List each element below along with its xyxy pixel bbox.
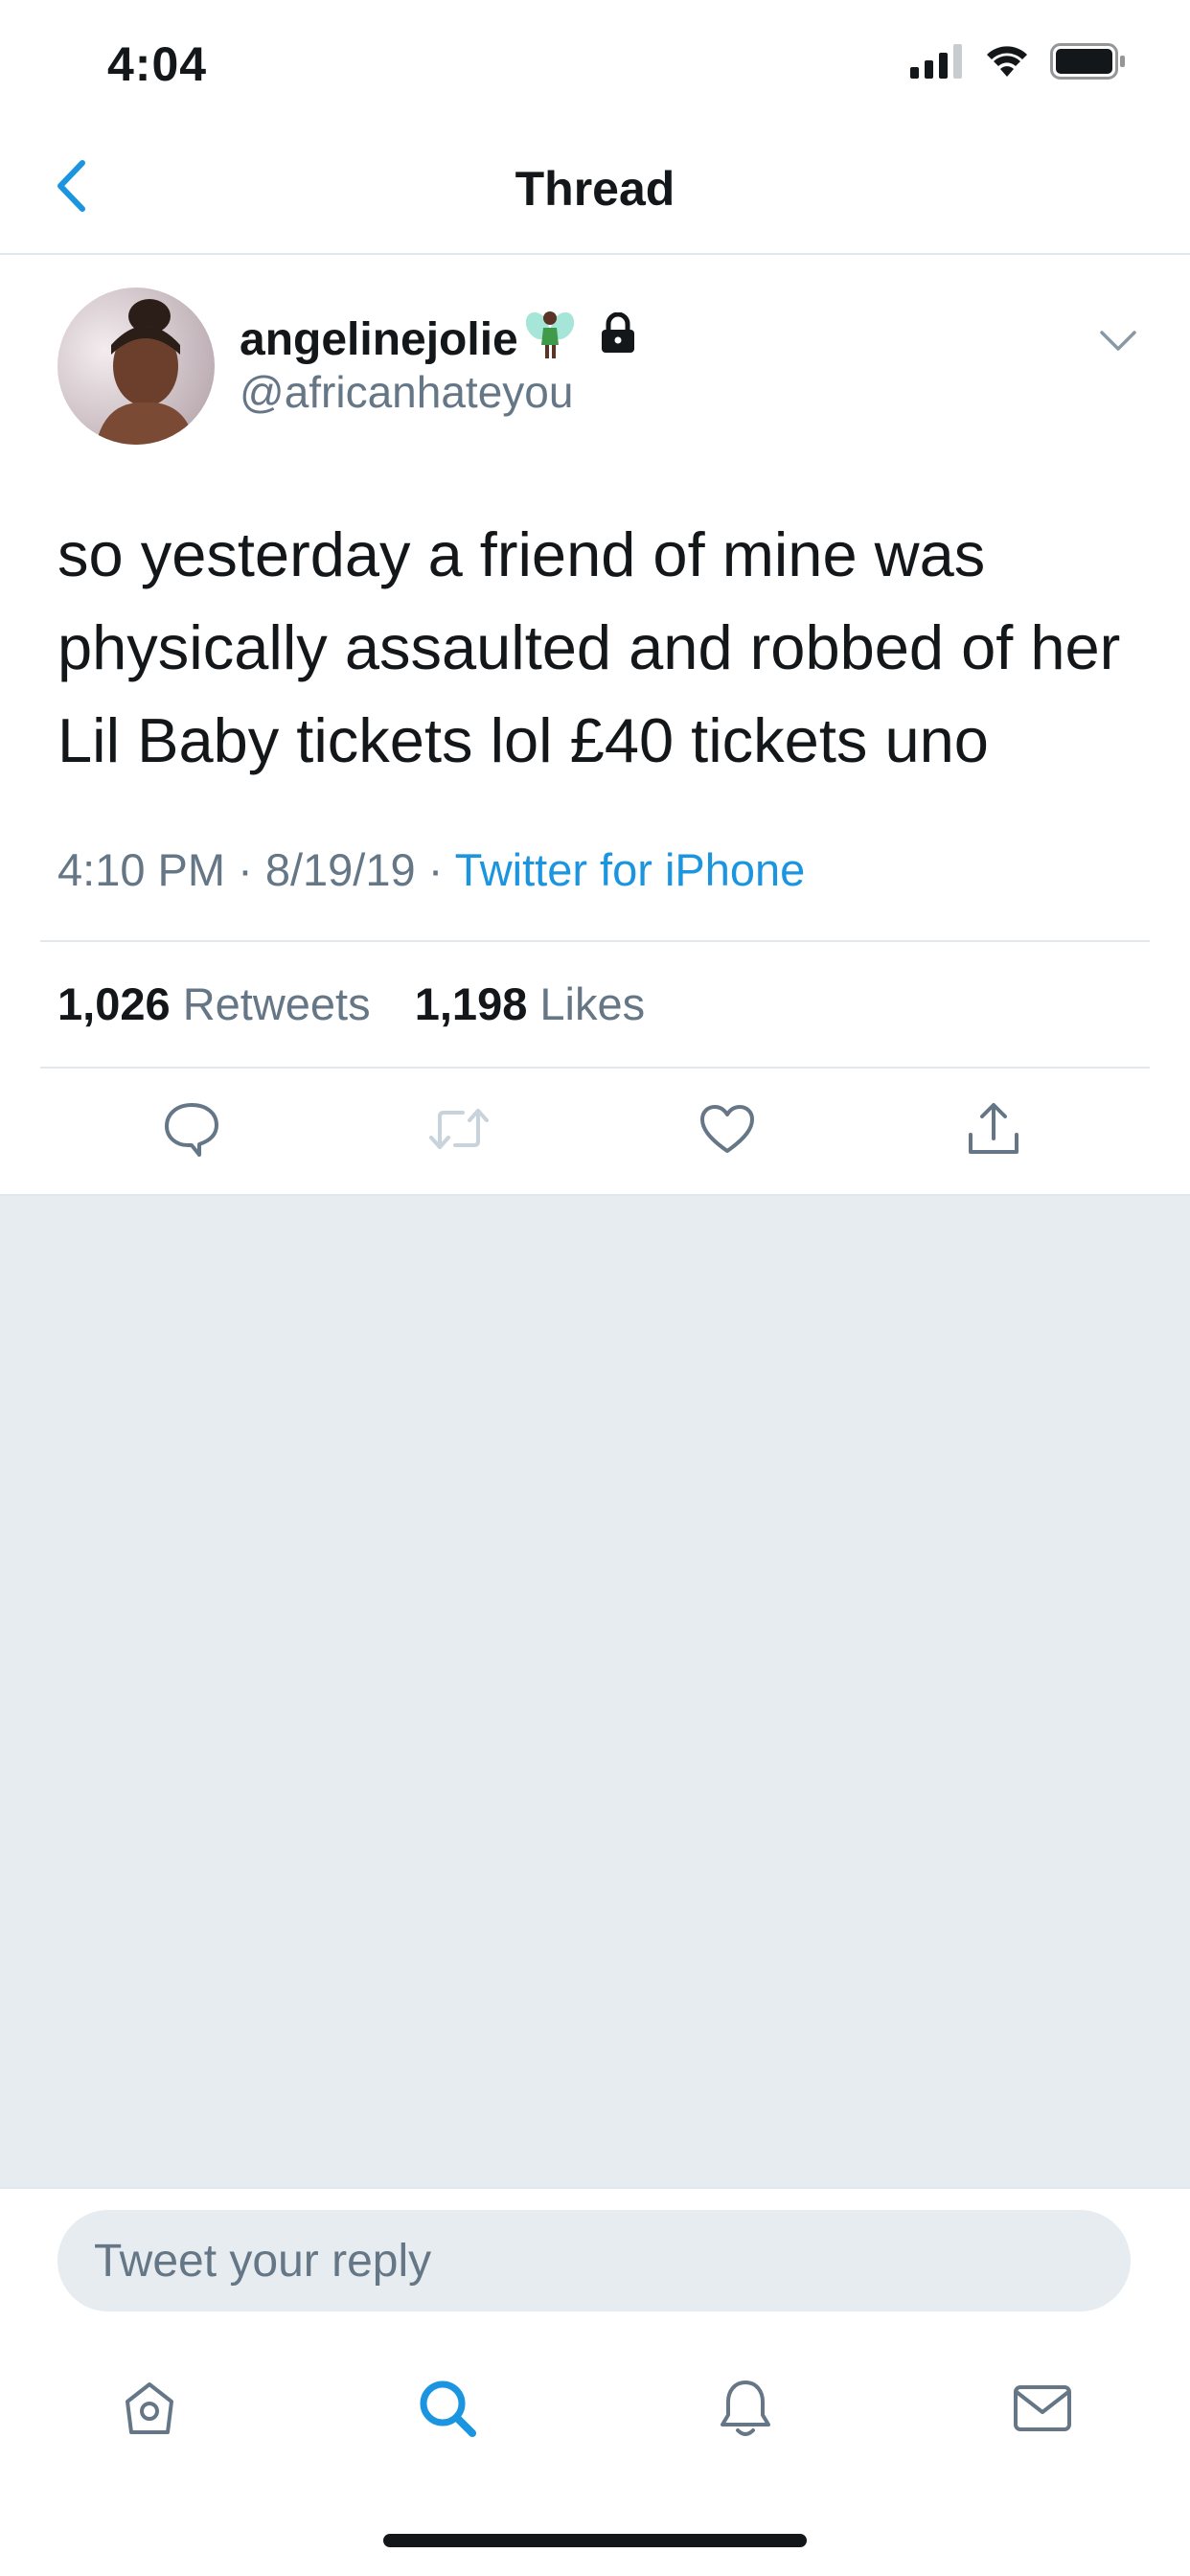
home-indicator xyxy=(383,2534,807,2547)
status-icons xyxy=(910,42,1127,84)
user-handle[interactable]: @africanhateyou xyxy=(240,366,573,418)
reply-icon xyxy=(163,1101,220,1162)
signal-icon xyxy=(910,43,964,83)
status-time: 4:04 xyxy=(107,37,208,91)
wifi-icon xyxy=(985,44,1029,83)
retweets-label: Retweets xyxy=(182,978,371,1029)
divider xyxy=(40,940,1150,942)
meta-separator: · xyxy=(238,844,265,895)
tweet-date: 8/19/19 xyxy=(264,844,416,895)
tab-notifications[interactable] xyxy=(707,2372,784,2449)
search-icon xyxy=(417,2378,478,2444)
tab-search[interactable] xyxy=(409,2372,486,2449)
home-icon xyxy=(120,2379,179,2443)
tweet-stats: 1,026 Retweets 1,198 Likes xyxy=(57,978,645,1030)
tab-home[interactable] xyxy=(111,2372,188,2449)
tweet-menu-button[interactable] xyxy=(1094,324,1142,362)
lock-icon xyxy=(599,311,637,366)
likes-stat[interactable]: 1,198 Likes xyxy=(415,978,645,1029)
chevron-down-icon xyxy=(1099,330,1137,357)
notifications-icon xyxy=(717,2377,774,2445)
tweet-meta: 4:10 PM · 8/19/19 · Twitter for iPhone xyxy=(57,843,805,896)
fairy-emoji-icon xyxy=(525,307,574,372)
tweet-source-link[interactable]: Twitter for iPhone xyxy=(455,844,806,895)
share-button[interactable] xyxy=(963,1100,1024,1162)
battery-icon xyxy=(1050,42,1127,84)
likes-label: Likes xyxy=(539,978,646,1029)
reply-input[interactable] xyxy=(57,2210,1131,2312)
messages-icon xyxy=(1012,2383,1073,2438)
display-name[interactable]: angelinejolie xyxy=(240,313,518,366)
page-title: Thread xyxy=(515,162,675,216)
tab-messages[interactable] xyxy=(1004,2372,1081,2449)
divider xyxy=(40,1067,1150,1069)
like-icon xyxy=(698,1103,756,1160)
retweet-icon xyxy=(426,1105,492,1158)
share-icon xyxy=(965,1100,1022,1162)
like-button[interactable] xyxy=(697,1100,758,1162)
reply-button[interactable] xyxy=(161,1100,222,1162)
meta-separator: · xyxy=(427,844,455,895)
retweets-count: 1,026 xyxy=(57,978,171,1029)
likes-count: 1,198 xyxy=(414,978,528,1029)
avatar[interactable] xyxy=(57,288,215,445)
display-name-row: angelinejolie xyxy=(240,307,637,372)
tweet-text: so yesterday a friend of mine was physic… xyxy=(57,519,1121,775)
retweet-button[interactable] xyxy=(428,1100,490,1162)
retweets-stat[interactable]: 1,026 Retweets xyxy=(57,978,383,1029)
tweet-time: 4:10 PM xyxy=(57,844,226,895)
thread-empty-area xyxy=(0,1194,1190,2187)
